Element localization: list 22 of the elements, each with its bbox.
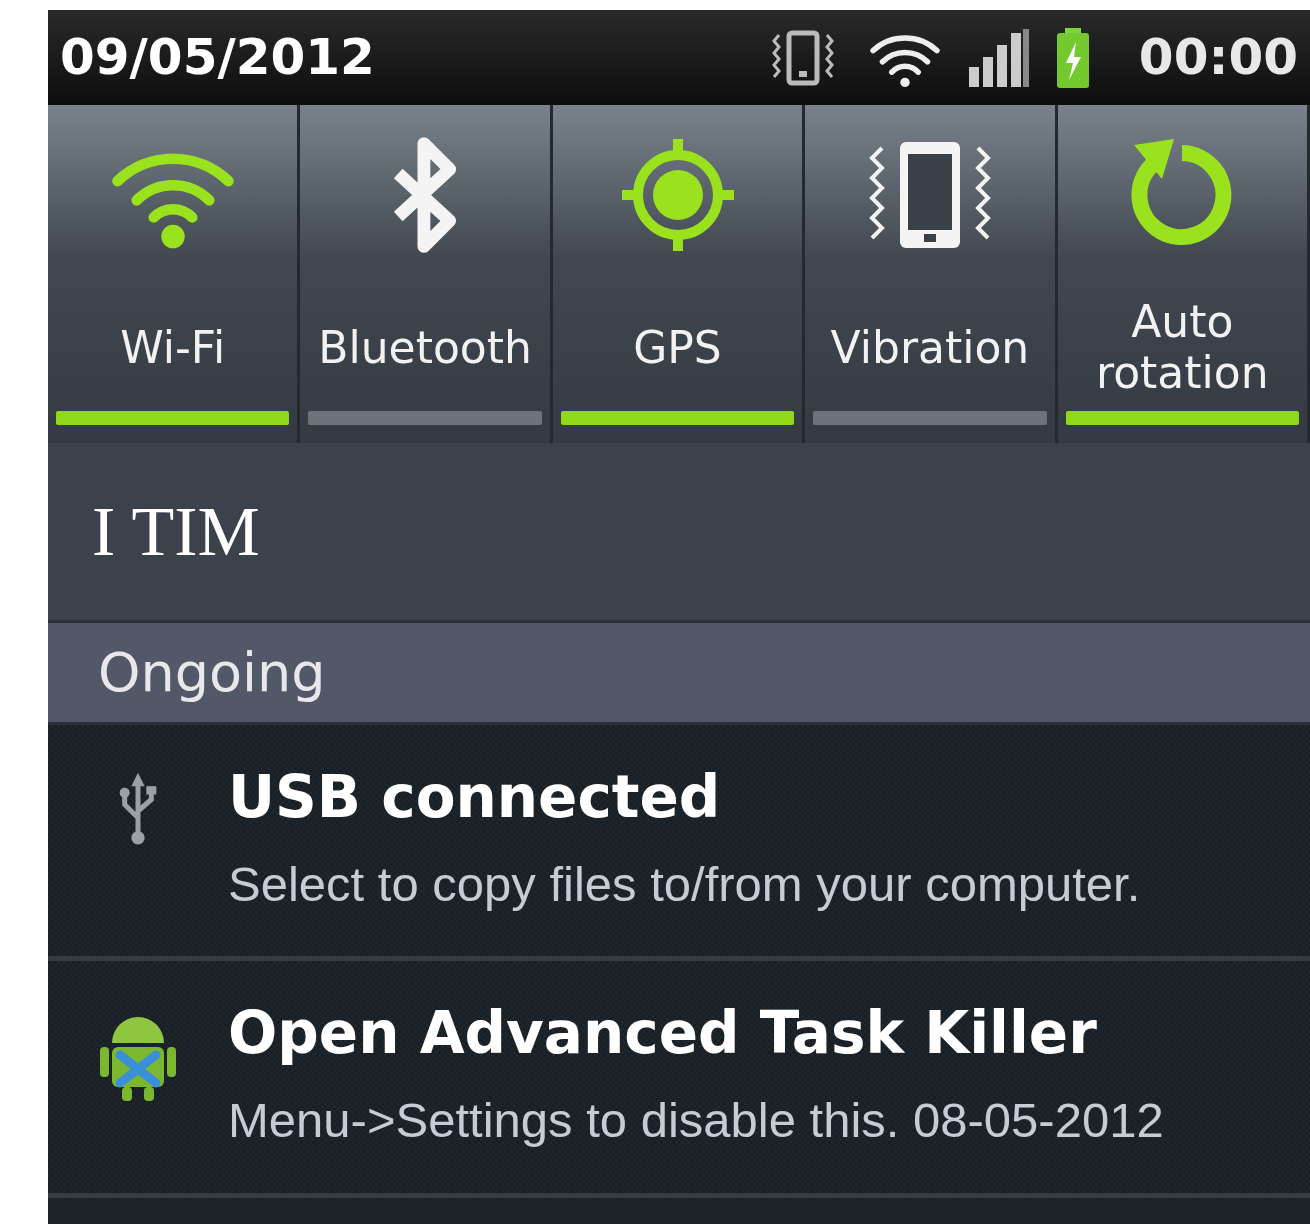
notification-text: Menu->Settings to disable this. 08-05-2012 [228,1091,1164,1149]
toggle-label: Wi-Fi [120,322,226,374]
notification-title: Open Advanced Task Killer [228,999,1098,1069]
toggle-label: Auto rotation [1095,297,1270,399]
toggle-label: Vibration [830,322,1030,374]
time-text: 00:00 [1138,27,1298,88]
battery-icon [1054,27,1091,88]
notification-title: USB connected [228,763,722,833]
notification-item[interactable]: Open Advanced Task Killer Menu->Settings to disable this. 08-05-2012 [48,961,1310,1198]
carrier-name: I TIM [92,492,260,572]
section-header: Ongoing [98,640,326,706]
toggle-button[interactable]: Vibration [805,105,1058,443]
toggle-button[interactable]: Bluetooth [300,105,553,443]
toggle-button[interactable]: GPS [552,105,806,443]
toggle-button[interactable]: Auto rotation [1057,105,1310,443]
notification-text: Select to copy files to/from your computer. [228,855,1141,913]
notification-item[interactable]: USB connected Select to copy files to/from your computer. [48,725,1310,962]
toggle-button[interactable]: Wi-Fi [48,105,301,443]
date-text: 09/05/2012 [60,27,375,88]
toggle-label: GPS [633,322,722,374]
signal-icon [966,26,1031,89]
toggle-label: Bluetooth [318,322,532,374]
